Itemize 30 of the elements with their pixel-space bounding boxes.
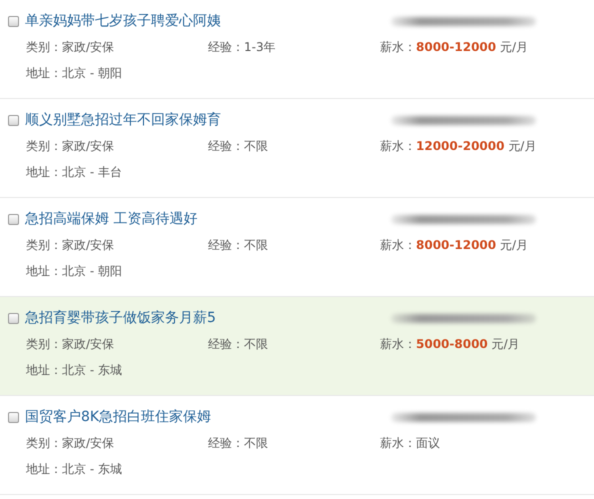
category-text: 类别：家政/安保 bbox=[26, 38, 116, 56]
address-text: 地址：北京 - 丰台 bbox=[26, 164, 123, 180]
listing-title-link[interactable]: 急招育婴带孩子做饭家务月薪5 bbox=[25, 309, 375, 327]
checkbox[interactable] bbox=[8, 412, 19, 422]
salary-text: 薪水：12000-20000 元/月 bbox=[380, 138, 538, 154]
address-text: 地址：北京 - 东城 bbox=[26, 362, 123, 378]
experience-text: 经验：不限 bbox=[208, 434, 269, 452]
experience-text: 经验：1-3年 bbox=[208, 38, 277, 56]
experience-text: 经验：不限 bbox=[208, 336, 269, 352]
salary-text: 薪水：5000-8000 元/月 bbox=[380, 336, 521, 352]
experience-text: 经验：不限 bbox=[208, 236, 269, 254]
checkbox[interactable] bbox=[8, 312, 19, 324]
checkbox[interactable] bbox=[8, 114, 19, 126]
listing-title-link[interactable]: 国贸客户8K急招白班住家保姆 bbox=[25, 408, 375, 426]
experience-text: 经验：不限 bbox=[208, 138, 269, 154]
category-text: 类别：家政/安保 bbox=[26, 236, 116, 254]
address-text: 地址：北京 - 朝阳 bbox=[26, 262, 123, 280]
salary-text: 薪水：8000-12000 元/月 bbox=[380, 236, 529, 254]
listing-title-link[interactable]: 单亲妈妈带七岁孩子聘爱心阿姨 bbox=[25, 12, 375, 30]
address-text: 地址：北京 - 朝阳 bbox=[26, 64, 123, 82]
category-text: 类别：家政/安保 bbox=[26, 336, 116, 352]
category-text: 类别：家政/安保 bbox=[26, 138, 116, 154]
salary-text: 薪水：面议 bbox=[380, 434, 441, 452]
listing-title-link[interactable]: 急招高端保姆 工资高待遇好 bbox=[25, 210, 375, 228]
salary-text: 薪水：8000-12000 元/月 bbox=[380, 38, 529, 56]
checkbox[interactable] bbox=[8, 214, 19, 224]
checkbox[interactable] bbox=[8, 16, 19, 26]
address-text: 地址：北京 - 东城 bbox=[26, 460, 123, 478]
listing-title-link[interactable]: 顺义别墅急招过年不回家保姆育 bbox=[25, 111, 375, 129]
category-text: 类别：家政/安保 bbox=[26, 434, 116, 452]
